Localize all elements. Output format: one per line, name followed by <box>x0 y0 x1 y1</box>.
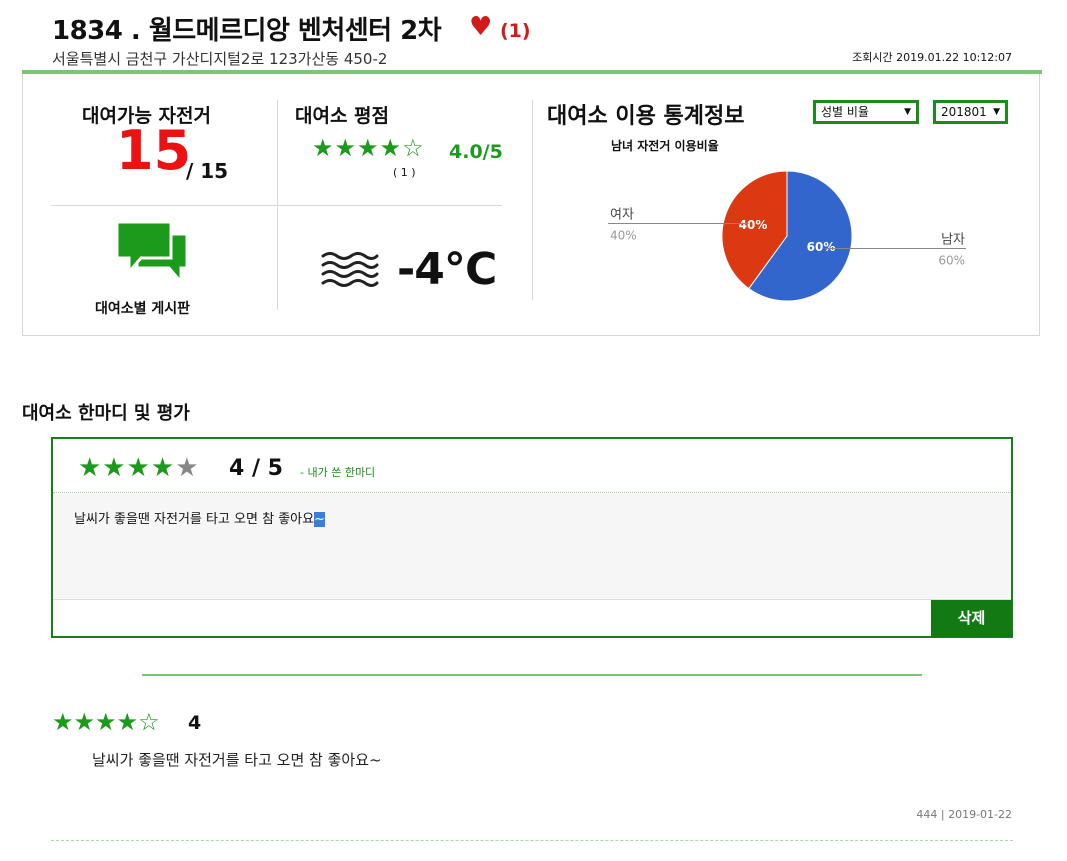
chart-title: 남녀 자전거 이용비율 <box>611 139 719 153</box>
haze-icon <box>320 250 380 290</box>
station-title: 1834 . 월드메르디앙 벤처센터 2차 <box>52 16 442 46</box>
review-text[interactable]: 날씨가 좋을땐 자전거를 타고 오면 참 좋아요~ <box>74 508 325 527</box>
rating-score: 4.0/5 <box>449 141 503 163</box>
review-item-stars: ★★★★☆ <box>52 708 160 736</box>
selected-text: ~ <box>314 512 325 527</box>
available-count: 15 <box>116 119 192 182</box>
pie-legend-label: 남자 <box>941 232 965 247</box>
review-item-score: 4 <box>188 712 202 734</box>
board-link[interactable] <box>115 220 189 287</box>
chat-bubbles-icon <box>115 220 189 287</box>
my-empty-star: ★ <box>175 453 200 483</box>
stat-type-select[interactable]: 성별 비율 ▼ <box>813 100 919 124</box>
view-time: 조회시간 2019.01.22 10:12:07 <box>852 51 1012 64</box>
pie-slice-value-label: 40% <box>739 218 768 232</box>
review-item-text: 날씨가 좋을땐 자전거를 타고 오면 참 좋아요~ <box>92 751 382 769</box>
section-divider <box>142 674 922 676</box>
my-review-stars[interactable]: ★★★★★ <box>78 455 200 481</box>
review-list-divider <box>51 840 1013 841</box>
review-item-meta: 444 | 2019-01-22 <box>916 808 1012 821</box>
station-address: 서울특별시 금천구 가산디지털2로 123가산동 450-2 <box>52 50 388 68</box>
delete-button[interactable]: 삭제 <box>931 600 1012 637</box>
stat-period-value: 201801 <box>941 105 987 119</box>
pie-legend-percent: 40% <box>610 229 637 243</box>
panel-divider <box>51 205 502 206</box>
panel-divider <box>532 100 533 300</box>
board-label[interactable]: 대여소별 게시판 <box>95 298 190 318</box>
stat-type-value: 성별 비율 <box>821 105 869 119</box>
my-review-note: - 내가 쓴 한마디 <box>300 466 376 479</box>
stats-title: 대여소 이용 통계정보 <box>547 104 745 129</box>
like-count: (1) <box>500 20 531 42</box>
pie-legend-label: 여자 <box>610 208 634 223</box>
review-section-title: 대여소 한마디 및 평가 <box>22 403 190 424</box>
gender-pie-chart: 60% 40% 남자 60% 여자 40% <box>608 170 966 302</box>
available-total: / 15 <box>186 159 229 183</box>
rating-review-count: ( 1 ) <box>393 166 416 179</box>
pie-legend-percent: 60% <box>938 253 965 267</box>
stat-period-select[interactable]: 201801 ▼ <box>933 100 1008 124</box>
heart-icon[interactable]: ♥ <box>469 14 492 40</box>
pie-slice-value-label: 60% <box>807 240 836 254</box>
temperature: -4℃ <box>397 244 497 295</box>
my-review-score: 4 / 5 <box>229 456 283 481</box>
dropdown-arrow-icon: ▼ <box>904 107 911 117</box>
dropdown-arrow-icon: ▼ <box>993 107 1000 117</box>
rating-label: 대여소 평점 <box>295 105 390 127</box>
review-text-value: 날씨가 좋을땐 자전거를 타고 오면 참 좋아요 <box>74 512 315 527</box>
my-filled-stars: ★★★★ <box>78 453 176 483</box>
rating-stars: ★★★★☆ <box>312 134 425 162</box>
